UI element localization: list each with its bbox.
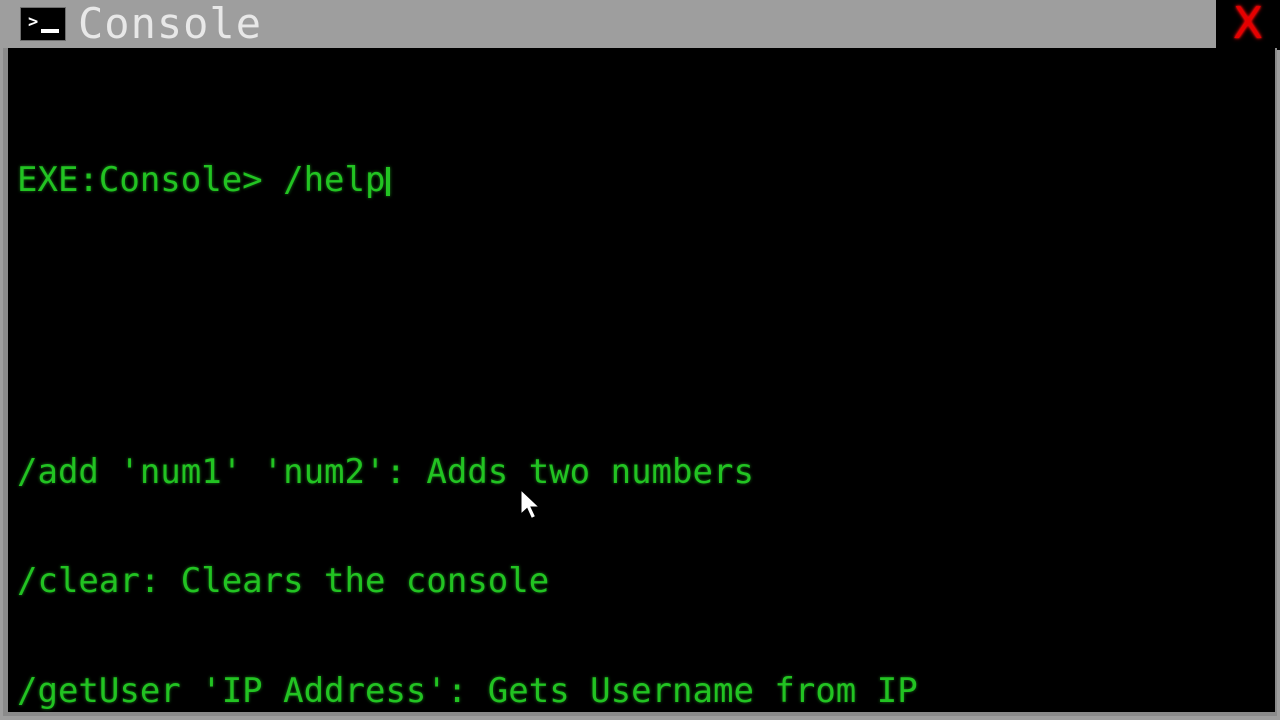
console-prompt-line: EXE:Console> /help (17, 159, 1267, 200)
chevron-right-glyph: > (28, 12, 39, 32)
close-icon: X (1232, 0, 1264, 49)
close-button[interactable]: X (1216, 0, 1280, 50)
text-cursor (386, 166, 391, 196)
console-output: EXE:Console> /help /add 'num1' 'num2': A… (17, 52, 1267, 712)
terminal-prompt-icon: > (20, 7, 66, 41)
console-window: > Console X EXE:Console> /help /add 'num… (0, 0, 1280, 720)
console-help-line: /add 'num1' 'num2': Adds two numbers (17, 451, 754, 492)
prompt-text: EXE:Console> /help (17, 159, 386, 200)
console-body[interactable]: EXE:Console> /help /add 'num1' 'num2': A… (3, 48, 1277, 716)
title-bar: > Console X (0, 0, 1280, 50)
console-help-line: /getUser 'IP Address': Gets Username fro… (17, 670, 918, 711)
underscore-glyph (41, 29, 59, 33)
console-help-line: /clear: Clears the console (17, 561, 550, 601)
window-title: Console (78, 0, 263, 48)
